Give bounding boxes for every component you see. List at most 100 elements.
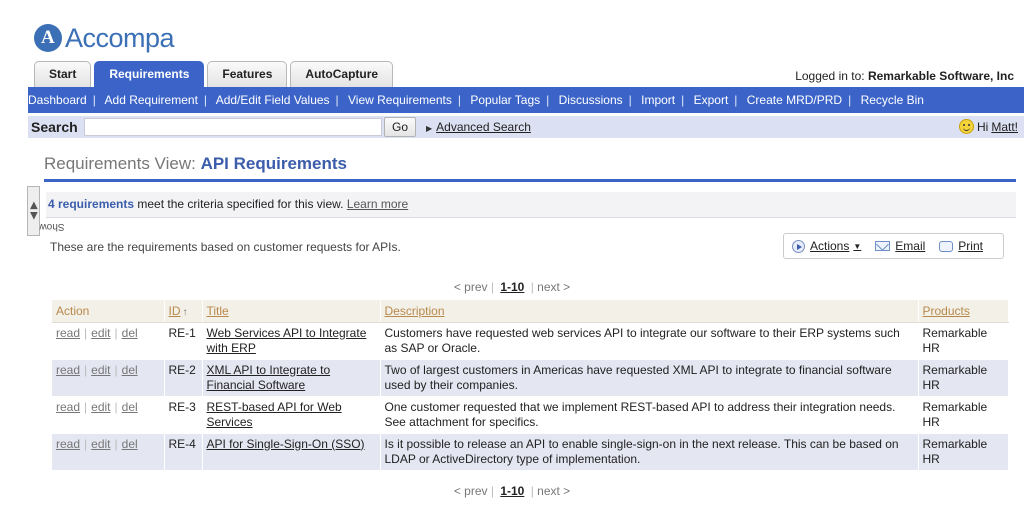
tab-autocapture[interactable]: AutoCapture (290, 61, 394, 87)
print-label: Print (958, 239, 983, 253)
delete-link[interactable]: del (122, 326, 138, 340)
delete-link[interactable]: del (122, 400, 138, 414)
login-prefix: Logged in to: (795, 69, 865, 83)
row-actions: read | edit | del (52, 396, 165, 434)
col-action: Action (52, 300, 165, 323)
delete-link[interactable]: del (122, 363, 138, 377)
pager-separator: | (530, 484, 534, 498)
requirement-title-link[interactable]: Web Services API to Integrate with ERP (207, 326, 367, 355)
nav-separator: | (734, 93, 738, 107)
email-icon (875, 241, 891, 251)
row-products: Remarkable HR (918, 322, 1009, 360)
title-divider (44, 179, 1016, 182)
read-link[interactable]: read (56, 400, 80, 414)
pager-bottom: < prev | 1-10 | next > (0, 484, 1024, 498)
advanced-search[interactable]: ▶ Advanced Search (426, 120, 531, 134)
nav-popular-tags[interactable]: Popular Tags (470, 93, 540, 107)
pager-prev[interactable]: < prev (454, 280, 488, 294)
logo-icon (34, 24, 62, 52)
smiley-icon (958, 119, 974, 134)
print-button[interactable]: Print (939, 239, 983, 253)
criteria-text: meet the criteria specified for this vie… (137, 197, 344, 211)
row-title-cell: REST-based API for Web Services (202, 396, 381, 434)
view-name: API Requirements (200, 154, 347, 173)
requirement-title-link[interactable]: API for Single-Sign-On (SSO) (207, 437, 365, 451)
row-actions: read | edit | del (52, 359, 165, 397)
row-description: Is it possible to release an API to enab… (380, 433, 919, 471)
edit-link[interactable]: edit (91, 437, 110, 451)
nav-import[interactable]: Import (641, 93, 675, 107)
table-row: read | edit | del RE-3 REST-based API for We… (52, 396, 1009, 434)
pager-next[interactable]: next > (537, 280, 570, 294)
pager-current[interactable]: 1-10 (500, 484, 524, 498)
col-description[interactable]: Description (380, 300, 919, 323)
nav-separator: | (203, 93, 208, 107)
nav-view-requirements[interactable]: View Requirements (348, 93, 452, 107)
delete-link[interactable]: del (122, 437, 138, 451)
nav-discussions[interactable]: Discussions (559, 93, 623, 107)
col-id[interactable]: ID ↑ (164, 300, 203, 323)
email-button[interactable]: Email (875, 239, 925, 253)
nav-recycle-bin[interactable]: Recycle Bin (861, 93, 924, 107)
nav-create-mrd-prd[interactable]: Create MRD/PRD (747, 93, 842, 107)
search-input[interactable] (84, 118, 382, 136)
requirement-title-link[interactable]: XML API to Integrate to Financial Softwa… (207, 363, 331, 392)
read-link[interactable]: read (56, 326, 80, 340)
table-row: read | edit | del RE-2 XML API to Integrate … (52, 359, 1009, 397)
row-id: RE-3 (164, 396, 203, 434)
actions-icon (792, 239, 805, 253)
pager-next[interactable]: next > (537, 484, 570, 498)
nav-separator: | (92, 93, 96, 107)
show-tab-text: Show (39, 221, 65, 232)
tab-features[interactable]: Features (207, 61, 288, 87)
title-sort-link[interactable]: Title (207, 304, 229, 318)
show-tab-label: ◀ Show ▶ (29, 189, 65, 233)
actions-label: Actions (810, 239, 850, 253)
nav-separator: | (457, 93, 461, 107)
login-company: Remarkable Software, Inc (867, 69, 1014, 83)
col-products[interactable]: Products (918, 300, 1009, 323)
tab-requirements[interactable]: Requirements (94, 61, 205, 87)
requirement-count: 4 requirements (48, 197, 135, 211)
page-title: Requirements View: API Requirements (44, 154, 347, 174)
pager-separator: | (490, 280, 494, 294)
products-sort-link[interactable]: Products (923, 304, 970, 318)
logo-text: Accompa (65, 22, 175, 53)
col-title[interactable]: Title (202, 300, 381, 323)
user-link[interactable]: Matt! (991, 120, 1018, 134)
pager-separator: | (490, 484, 494, 498)
read-link[interactable]: read (56, 437, 80, 451)
nav-separator: | (628, 93, 632, 107)
row-products: Remarkable HR (918, 433, 1009, 471)
row-id: RE-1 (164, 322, 203, 360)
view-description: These are the requirements based on cust… (50, 240, 401, 254)
edit-link[interactable]: edit (91, 400, 110, 414)
read-link[interactable]: read (56, 363, 80, 377)
requirement-title-link[interactable]: REST-based API for Web Services (207, 400, 342, 429)
edit-link[interactable]: edit (91, 326, 110, 340)
sort-up-icon: ↑ (182, 306, 188, 318)
app-logo[interactable]: Accompa (34, 22, 175, 54)
id-sort-link[interactable]: ID (169, 304, 181, 318)
description-sort-link[interactable]: Description (385, 304, 445, 318)
user-greeting: Hi Matt! (958, 119, 1018, 134)
actions-menu[interactable]: Actions ▼ (792, 239, 861, 253)
show-sidebar-tab[interactable]: ◀ Show ▶ (27, 186, 65, 236)
nav-export[interactable]: Export (694, 93, 729, 107)
pager-prev[interactable]: < prev (454, 484, 488, 498)
advanced-search-link[interactable]: Advanced Search (436, 120, 531, 134)
go-button[interactable]: Go (384, 117, 416, 137)
row-id: RE-2 (164, 359, 203, 397)
search-label: Search (31, 119, 78, 135)
nav-add-requirement[interactable]: Add Requirement (105, 93, 198, 107)
edit-link[interactable]: edit (91, 363, 110, 377)
login-info: Logged in to: Remarkable Software, Inc (795, 69, 1014, 83)
nav-dashboard[interactable]: Dashboard (28, 93, 87, 107)
pager-current[interactable]: 1-10 (500, 280, 524, 294)
nav-add-edit-field-values[interactable]: Add/Edit Field Values (216, 93, 330, 107)
requirements-table: Action ID ↑ Title Description Products re… (52, 300, 1009, 471)
table-row: read | edit | del RE-4 API for Single-Sign-O… (52, 433, 1009, 471)
learn-more-link[interactable]: Learn more (347, 197, 408, 211)
email-label: Email (895, 239, 926, 253)
tab-start[interactable]: Start (34, 61, 92, 87)
